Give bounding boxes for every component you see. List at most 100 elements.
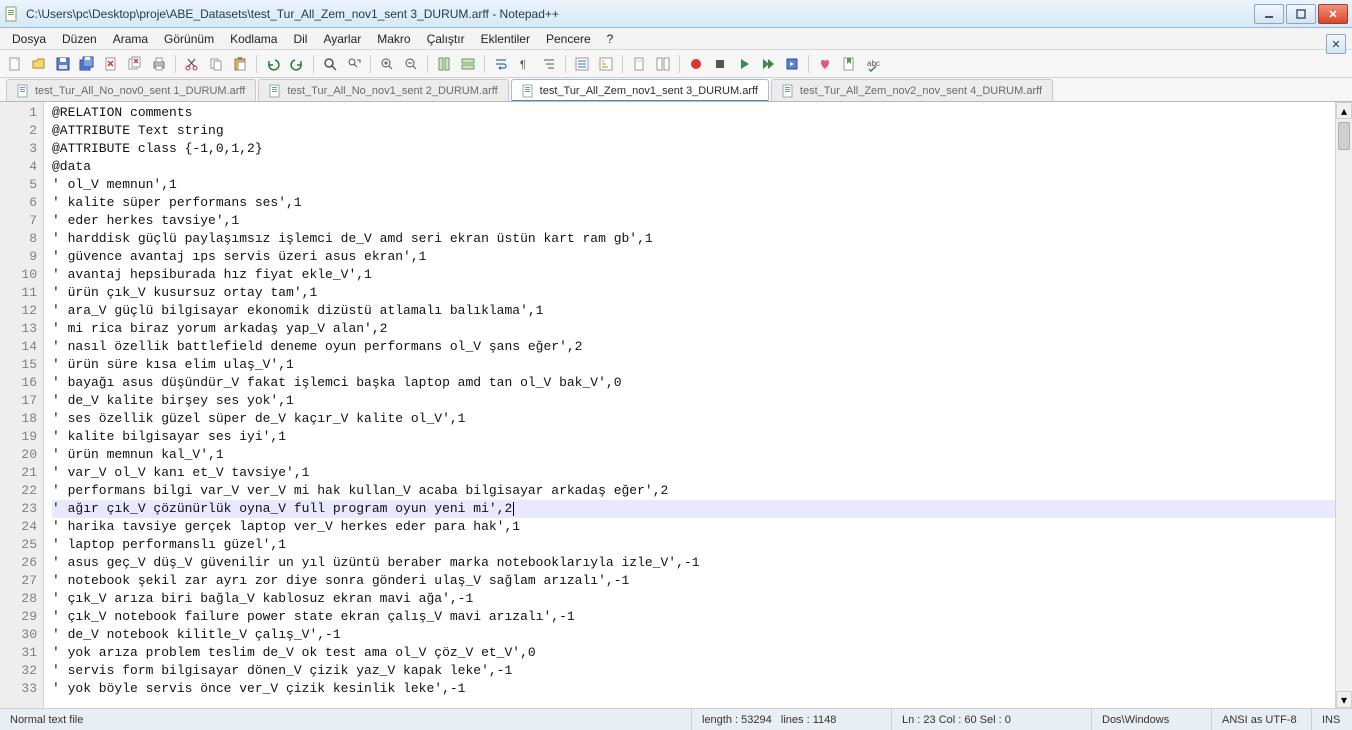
close-button[interactable] — [1318, 4, 1348, 24]
menu-çalıştır[interactable]: Çalıştır — [419, 30, 473, 48]
replace-icon[interactable] — [343, 53, 365, 75]
zoom-in-icon[interactable] — [376, 53, 398, 75]
heart-icon[interactable] — [814, 53, 836, 75]
code-line[interactable]: ' nasıl özellik battlefield deneme oyun … — [52, 338, 1335, 356]
scroll-down-icon[interactable]: ▾ — [1336, 691, 1352, 708]
status-encoding: ANSI as UTF-8 — [1212, 709, 1312, 730]
sync-horizontal-icon[interactable] — [457, 53, 479, 75]
code-line[interactable]: ' servis form bilgisayar dönen_V çizik y… — [52, 662, 1335, 680]
code-line[interactable]: ' ağır çık_V çözünürlük oyna_V full prog… — [52, 500, 1335, 518]
redo-icon[interactable] — [286, 53, 308, 75]
code-line[interactable]: ' çık_V notebook failure power state ekr… — [52, 608, 1335, 626]
doc-switcher-icon[interactable] — [652, 53, 674, 75]
window-controls — [1252, 4, 1348, 24]
code-line[interactable]: ' avantaj hepsiburada hız fiyat ekle_V',… — [52, 266, 1335, 284]
titlebar: C:\Users\pc\Desktop\proje\ABE_Datasets\t… — [0, 0, 1352, 28]
status-eol: Dos\Windows — [1092, 709, 1212, 730]
menu-makro[interactable]: Makro — [369, 30, 418, 48]
word-wrap-icon[interactable] — [490, 53, 512, 75]
tab-2[interactable]: test_Tur_All_Zem_nov1_sent 3_DURUM.arff — [511, 79, 769, 101]
menu-dosya[interactable]: Dosya — [4, 30, 54, 48]
menu-kodlama[interactable]: Kodlama — [222, 30, 285, 48]
record-macro-icon[interactable] — [685, 53, 707, 75]
stop-macro-icon[interactable] — [709, 53, 731, 75]
tab-3[interactable]: test_Tur_All_Zem_nov2_nov_sent 4_DURUM.a… — [771, 79, 1053, 101]
save-all-icon[interactable] — [76, 53, 98, 75]
code-line[interactable]: ' ol_V memnun',1 — [52, 176, 1335, 194]
code-line[interactable]: ' ara_V güçlü bilgisayar ekonomik dizüst… — [52, 302, 1335, 320]
close-file-icon[interactable] — [100, 53, 122, 75]
code-line[interactable]: ' performans bilgi var_V ver_V mi hak ku… — [52, 482, 1335, 500]
code-line[interactable]: @ATTRIBUTE class {-1,0,1,2} — [52, 140, 1335, 158]
code-line[interactable]: ' harddisk güçlü paylaşımsız işlemci de_… — [52, 230, 1335, 248]
menu-görünüm[interactable]: Görünüm — [156, 30, 222, 48]
save-macro-icon[interactable] — [781, 53, 803, 75]
code-line[interactable]: ' yok böyle servis önce ver_V çizik kesi… — [52, 680, 1335, 698]
close-all-icon[interactable] — [124, 53, 146, 75]
menu-ayarlar[interactable]: Ayarlar — [315, 30, 369, 48]
scroll-thumb[interactable] — [1338, 122, 1350, 150]
play-macro-icon[interactable] — [733, 53, 755, 75]
vertical-scrollbar[interactable]: ▴ ▾ — [1335, 102, 1352, 708]
code-line[interactable]: ' bayağı asus düşündür_V fakat işlemci b… — [52, 374, 1335, 392]
copy-icon[interactable] — [205, 53, 227, 75]
cut-icon[interactable] — [181, 53, 203, 75]
undo-icon[interactable] — [262, 53, 284, 75]
menu-dil[interactable]: Dil — [285, 30, 315, 48]
menu-?[interactable]: ? — [599, 30, 622, 48]
code-line[interactable]: ' de_V notebook kilitle_V çalış_V',-1 — [52, 626, 1335, 644]
code-area[interactable]: @RELATION comments@ATTRIBUTE Text string… — [44, 102, 1335, 708]
play-multi-icon[interactable] — [757, 53, 779, 75]
code-line[interactable]: ' kalite süper performans ses',1 — [52, 194, 1335, 212]
code-line[interactable]: ' laptop performanslı güzel',1 — [52, 536, 1335, 554]
code-line[interactable]: @data — [52, 158, 1335, 176]
tab-1[interactable]: test_Tur_All_No_nov1_sent 2_DURUM.arff — [258, 79, 508, 101]
editor: 1234567891011121314151617181920212223242… — [0, 102, 1352, 708]
code-line[interactable]: @ATTRIBUTE Text string — [52, 122, 1335, 140]
tab-0[interactable]: test_Tur_All_No_nov0_sent 1_DURUM.arff — [6, 79, 256, 101]
folder-tree-icon[interactable] — [595, 53, 617, 75]
doc-map-icon[interactable] — [628, 53, 650, 75]
code-line[interactable]: ' ürün memnun kal_V',1 — [52, 446, 1335, 464]
svg-text:abc: abc — [867, 59, 880, 68]
save-icon[interactable] — [52, 53, 74, 75]
code-line[interactable]: ' asus geç_V düş_V güvenilir un yıl üzün… — [52, 554, 1335, 572]
code-line[interactable]: ' eder herkes tavsiye',1 — [52, 212, 1335, 230]
code-line[interactable]: ' kalite bilgisayar ses iyi',1 — [52, 428, 1335, 446]
open-file-icon[interactable] — [28, 53, 50, 75]
status-mode: INS — [1312, 709, 1352, 730]
new-file-icon[interactable] — [4, 53, 26, 75]
code-line[interactable]: ' de_V kalite birşey ses yok',1 — [52, 392, 1335, 410]
code-line[interactable]: ' ses özellik güzel süper de_V kaçır_V k… — [52, 410, 1335, 428]
menu-eklentiler[interactable]: Eklentiler — [473, 30, 538, 48]
bookmark-icon[interactable] — [838, 53, 860, 75]
function-list-icon[interactable] — [571, 53, 593, 75]
print-icon[interactable] — [148, 53, 170, 75]
statusbar: Normal text file length : 53294 lines : … — [0, 708, 1352, 730]
maximize-button[interactable] — [1286, 4, 1316, 24]
code-line[interactable]: ' harika tavsiye gerçek laptop ver_V her… — [52, 518, 1335, 536]
menubar-close-button[interactable]: ✕ — [1326, 34, 1346, 54]
menu-düzen[interactable]: Düzen — [54, 30, 105, 48]
find-icon[interactable] — [319, 53, 341, 75]
tabbar: test_Tur_All_No_nov0_sent 1_DURUM.arffte… — [0, 78, 1352, 102]
minimize-button[interactable] — [1254, 4, 1284, 24]
sync-vertical-icon[interactable] — [433, 53, 455, 75]
code-line[interactable]: ' mi rica biraz yorum arkadaş yap_V alan… — [52, 320, 1335, 338]
paste-icon[interactable] — [229, 53, 251, 75]
spellcheck-icon[interactable]: abc — [862, 53, 884, 75]
show-all-chars-icon[interactable]: ¶ — [514, 53, 536, 75]
code-line[interactable]: ' yok arıza problem teslim de_V ok test … — [52, 644, 1335, 662]
zoom-out-icon[interactable] — [400, 53, 422, 75]
indent-guide-icon[interactable] — [538, 53, 560, 75]
scroll-up-icon[interactable]: ▴ — [1336, 102, 1352, 119]
code-line[interactable]: @RELATION comments — [52, 104, 1335, 122]
code-line[interactable]: ' notebook şekil zar ayrı zor diye sonra… — [52, 572, 1335, 590]
code-line[interactable]: ' var_V ol_V kanı et_V tavsiye',1 — [52, 464, 1335, 482]
code-line[interactable]: ' ürün süre kısa elim ulaş_V',1 — [52, 356, 1335, 374]
code-line[interactable]: ' güvence avantaj ıps servis üzeri asus … — [52, 248, 1335, 266]
code-line[interactable]: ' ürün çık_V kusursuz ortay tam',1 — [52, 284, 1335, 302]
menu-arama[interactable]: Arama — [105, 30, 156, 48]
menu-pencere[interactable]: Pencere — [538, 30, 599, 48]
code-line[interactable]: ' çık_V arıza biri bağla_V kablosuz ekra… — [52, 590, 1335, 608]
